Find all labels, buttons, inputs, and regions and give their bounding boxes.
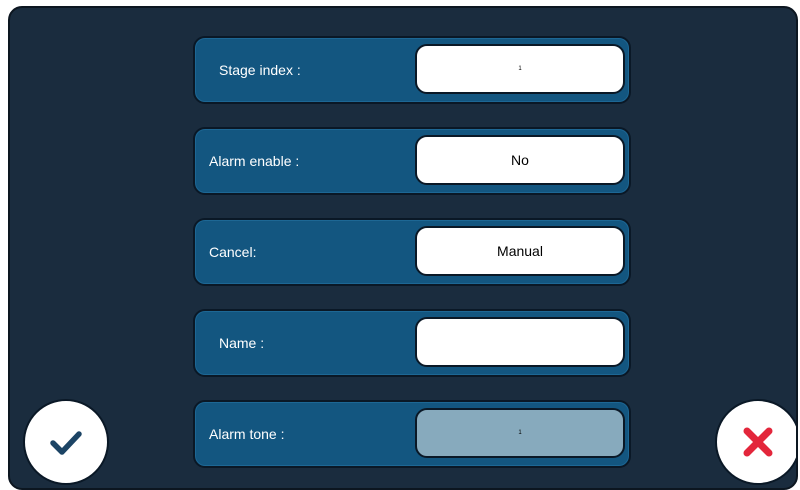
cancel-mode-label: Cancel:: [209, 244, 257, 260]
close-icon: [743, 427, 773, 457]
checkmark-icon: [50, 431, 82, 455]
alarm-tone-label: Alarm tone :: [209, 426, 285, 442]
stage-index-row: Stage index : 1: [193, 36, 631, 104]
name-field[interactable]: [415, 317, 625, 367]
stage-index-field[interactable]: 1: [415, 44, 625, 94]
alarm-tone-row: Alarm tone : 1: [193, 400, 631, 468]
settings-screen: Stage index : 1 Alarm enable : No Cancel…: [8, 6, 798, 490]
cancel-button[interactable]: [715, 399, 796, 485]
name-label: Name :: [219, 335, 265, 351]
alarm-tone-field: 1: [415, 408, 625, 458]
confirm-button[interactable]: [23, 399, 109, 485]
name-row: Name :: [193, 309, 631, 377]
alarm-enable-row: Alarm enable : No: [193, 127, 631, 195]
alarm-enable-label: Alarm enable :: [209, 153, 300, 169]
cancel-mode-row: Cancel: Manual: [193, 218, 631, 286]
cancel-mode-field[interactable]: Manual: [415, 226, 625, 276]
stage-index-label: Stage index :: [219, 62, 301, 78]
alarm-enable-field[interactable]: No: [415, 135, 625, 185]
